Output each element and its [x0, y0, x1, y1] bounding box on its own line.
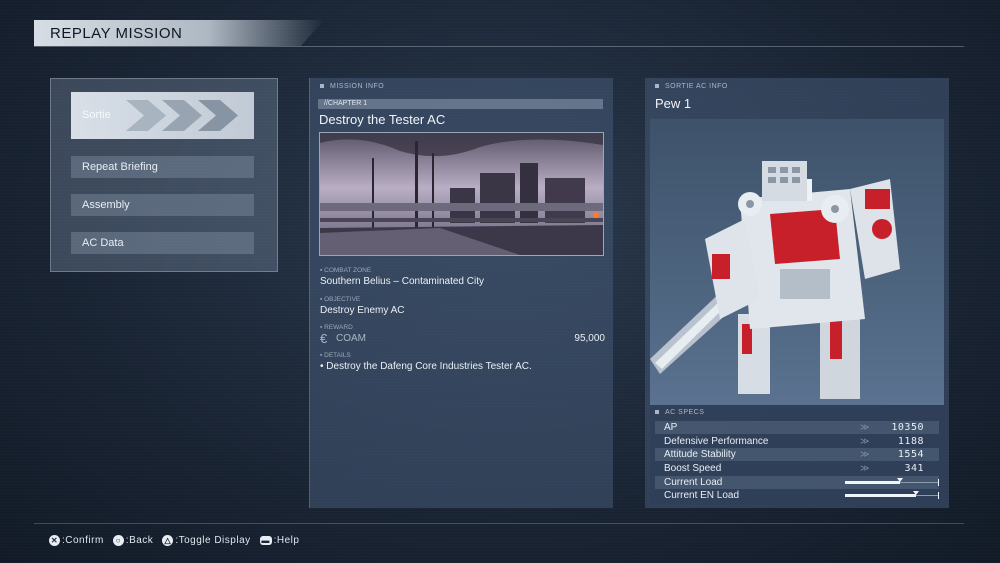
reward-amount: 95,000 [574, 333, 605, 344]
mission-info-header: MISSION INFO [320, 83, 384, 90]
current-en-load-gauge [845, 491, 939, 499]
details-label: ▪ DETAILS [320, 352, 351, 359]
chevron-arrows-icon [126, 100, 238, 131]
spec-row-ap: AP ≫ 10350 [655, 421, 939, 434]
spec-name: Attitude Stability [664, 449, 736, 460]
menu-item-assembly[interactable]: Assembly [71, 194, 254, 216]
spec-row-current-load: Current Load [655, 476, 939, 489]
spec-name: Current EN Load [664, 490, 740, 501]
button-hints: ✕ :Confirm ○ :Back △ :Toggle Display ▬ :… [49, 535, 304, 546]
menu-item-label: AC Data [82, 237, 124, 249]
combat-zone-label: ▪ COMBAT ZONE [320, 267, 372, 274]
page-title: REPLAY MISSION [50, 25, 183, 42]
details-value: • Destroy the Dafeng Core Industries Tes… [320, 361, 532, 372]
menu-item-label: Repeat Briefing [82, 161, 158, 173]
mission-preview-image [319, 132, 604, 256]
spec-name: Defensive Performance [664, 436, 769, 447]
sortie-ac-header: SORTIE AC INFO [655, 83, 728, 90]
currency-icon: € [320, 331, 328, 346]
spec-row-defensive-performance: Defensive Performance ≫ 1188 [655, 435, 939, 448]
reward-row: € COAM 95,000 [320, 332, 605, 346]
objective-value: Destroy Enemy AC [320, 305, 405, 316]
hint-confirm[interactable]: ✕ :Confirm [49, 535, 104, 546]
spec-row-current-en-load: Current EN Load [655, 489, 939, 502]
chevron-right-icon: ≫ [860, 436, 870, 446]
spec-name: AP [664, 422, 678, 433]
menu-item-repeat-briefing[interactable]: Repeat Briefing [71, 156, 254, 178]
chevron-right-icon: ≫ [860, 422, 870, 432]
ac-specs-header: AC SPECS [655, 409, 704, 416]
footer-divider [34, 523, 964, 524]
menu-item-label: Assembly [82, 199, 130, 211]
hint-label: :Help [273, 535, 300, 546]
spec-value: 341 [904, 463, 924, 474]
hint-label: :Back [125, 535, 154, 546]
spec-row-attitude-stability: Attitude Stability ≫ 1554 [655, 448, 939, 461]
current-load-gauge [845, 478, 939, 486]
cross-button-icon: ✕ [49, 535, 60, 546]
chevron-right-icon: ≫ [860, 449, 870, 459]
touchpad-button-icon: ▬ [259, 536, 272, 545]
reward-label: ▪ REWARD [320, 324, 353, 331]
spec-value: 1188 [897, 436, 924, 447]
triangle-button-icon: △ [162, 535, 174, 546]
mission-title: Destroy the Tester AC [319, 112, 446, 127]
hint-label: :Confirm [62, 535, 104, 546]
mech-image [650, 161, 900, 399]
chapter-bar: //CHAPTER 1 [318, 99, 603, 109]
hint-toggle-display[interactable]: △ :Toggle Display [162, 535, 250, 546]
reward-name: COAM [336, 333, 366, 344]
spec-name: Boost Speed [664, 463, 722, 474]
combat-zone-value: Southern Belius – Contaminated City [320, 276, 484, 287]
spec-name: Current Load [664, 477, 723, 488]
ac-name: Pew 1 [655, 96, 692, 111]
spec-row-boost-speed: Boost Speed ≫ 341 [655, 462, 939, 475]
objective-label: ▪ OBJECTIVE [320, 296, 361, 303]
hint-help[interactable]: ▬ :Help [259, 535, 300, 546]
circle-button-icon: ○ [112, 535, 124, 546]
hint-back[interactable]: ○ :Back [112, 535, 154, 546]
spec-value: 10350 [891, 422, 924, 433]
ac-model-view [650, 119, 944, 405]
menu-item-label: Sortie [82, 109, 111, 121]
spec-value: 1554 [897, 449, 924, 460]
menu-item-ac-data[interactable]: AC Data [71, 232, 254, 254]
chevron-right-icon: ≫ [860, 463, 870, 473]
hint-label: :Toggle Display [175, 535, 251, 546]
header-divider [34, 46, 964, 47]
menu-item-sortie[interactable]: Sortie [71, 92, 254, 139]
